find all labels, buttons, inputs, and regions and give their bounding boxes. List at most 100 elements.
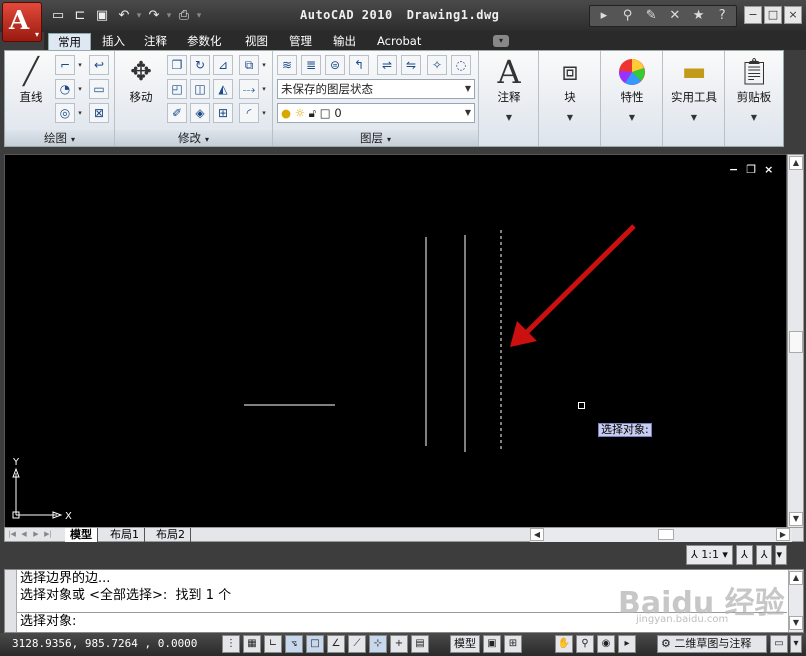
ribbon-minimize-icon[interactable]: ▾ [493,35,509,47]
annotation-autoscale-icon[interactable]: ⅄ [755,545,773,565]
layer-properties-icon[interactable]: ≋ [277,55,297,75]
tab-layout2[interactable]: 布局2 [151,528,191,542]
vertical-scrollbar[interactable]: ▲ ▼ [787,154,804,528]
workspace-switch[interactable]: ⚙ 二维草图与注释 [657,635,767,653]
model-space-button[interactable]: 模型 [450,635,480,653]
maximize-button[interactable]: □ [764,6,782,24]
open-icon[interactable]: ⊏ [70,6,90,26]
modify-panel-title[interactable]: 修改 ▾ [115,130,272,146]
last-layout-icon[interactable]: ▶| [43,529,53,540]
layer-match-icon[interactable]: ⊜ [325,55,345,75]
annotation-button[interactable]: A 注释 ▼ [483,55,535,122]
chevron-down-icon[interactable]: ▾ [775,545,788,565]
offset-icon[interactable]: ⤏ [239,79,259,99]
rectangle-icon[interactable]: ▭ [89,79,109,99]
pan-icon[interactable]: ✋ [555,635,573,653]
utilities-button[interactable]: ▬ 实用工具 ▼ [665,55,723,122]
layer-isolate-icon[interactable]: ⇌ [377,55,397,75]
tab-view[interactable]: 视图 [236,33,277,50]
scale-icon[interactable]: ⊞ [213,103,233,123]
move-button[interactable]: ✥ 移动 [119,55,163,105]
circle-icon[interactable]: ◔ [55,79,75,99]
search-icon[interactable]: ⚲ [617,7,639,25]
scroll-left-icon[interactable]: ◀ [530,528,544,541]
communication-icon[interactable]: ✕ [664,7,686,25]
ortho-icon[interactable]: ∟ [264,635,282,653]
tab-parametric[interactable]: 参数化 [178,33,231,50]
tab-acrobat[interactable]: Acrobat [368,33,430,50]
chevron-down-icon[interactable]: ▾ [76,55,84,75]
application-menu-button[interactable]: A ▾ [2,2,42,42]
showmotion-icon[interactable]: ▸ [618,635,636,653]
hatch-icon[interactable]: ⊠ [89,103,109,123]
draw-panel-title[interactable]: 绘图 ▾ [5,130,114,146]
redo-dropdown-icon[interactable]: ▾ [166,6,172,26]
plot-icon[interactable]: ⎙ [174,6,194,26]
infocenter-toggle-icon[interactable]: ▸ [593,7,615,25]
favorites-icon[interactable]: ★ [688,7,710,25]
next-layout-icon[interactable]: ▶ [31,529,41,540]
line-button[interactable]: ╱ 直线 [9,55,53,105]
layer-freeze-icon[interactable]: ✧ [427,55,447,75]
layers-panel-title[interactable]: 图层 ▾ [273,130,478,146]
layer-off-icon[interactable]: ◌ [451,55,471,75]
chevron-down-icon[interactable]: ▾ [260,103,268,123]
coordinate-readout[interactable]: 3128.9356, 985.7264 , 0.0000 [12,637,197,650]
grid-icon[interactable]: ▦ [243,635,261,653]
close-button[interactable]: × [784,6,802,24]
polyline-icon[interactable]: ⌐ [55,55,75,75]
save-icon[interactable]: ▣ [92,6,112,26]
horizontal-scrollbar[interactable]: ◀ ▶ [530,528,792,542]
spline-icon[interactable]: ↩ [89,55,109,75]
new-icon[interactable]: ▭ [48,6,68,26]
quick-view-drawings-icon[interactable]: ⊞ [504,635,522,653]
layer-unisolate-icon[interactable]: ⇋ [401,55,421,75]
polar-tracking-icon[interactable]: ⦪ [285,635,303,653]
chevron-down-icon[interactable]: ▾ [76,79,84,99]
object-snap-tracking-icon[interactable]: ∠ [327,635,345,653]
layer-states-icon[interactable]: ≣ [301,55,321,75]
layer-state-dropdown[interactable]: 未保存的图层状态 ▼ [277,79,475,99]
explode-icon[interactable]: ◈ [190,103,210,123]
rotate-icon[interactable]: ↻ [190,55,210,75]
redo-icon[interactable]: ↷ [144,6,164,26]
tab-layout1[interactable]: 布局1 [105,528,145,542]
annotation-visibility-icon[interactable]: ⅄ [735,545,753,565]
trim-icon[interactable]: ⊿ [213,55,233,75]
chevron-down-icon[interactable]: ▾ [76,103,84,123]
array-icon[interactable]: ⧉ [239,55,259,75]
layer-previous-icon[interactable]: ↰ [349,55,369,75]
quick-properties-icon[interactable]: ▤ [411,635,429,653]
copy-icon[interactable]: ❐ [167,55,187,75]
stretch-icon[interactable]: ◫ [190,79,210,99]
snap-mode-icon[interactable]: ⋮ [222,635,240,653]
tab-annotate[interactable]: 注释 [135,33,176,50]
dynamic-input-icon[interactable]: ⊹ [369,635,387,653]
tab-manage[interactable]: 管理 [280,33,321,50]
scroll-down-icon[interactable]: ▼ [789,616,803,630]
tab-insert[interactable]: 插入 [93,33,134,50]
undo-icon[interactable]: ↶ [114,6,134,26]
clipboard-button[interactable]: 📋︎ 剪贴板 ▼ [727,55,781,122]
steering-wheel-icon[interactable]: ◉ [597,635,615,653]
help-icon[interactable]: ? [711,7,733,25]
command-scrollbar[interactable]: ▲ ▼ [788,570,803,632]
quick-view-layouts-icon[interactable]: ▣ [483,635,501,653]
horizontal-scroll-thumb[interactable] [658,529,674,540]
annotation-scale-dropdown[interactable]: ⅄ 1:1 ▾ [686,545,733,565]
mirror-icon[interactable]: ◭ [213,79,233,99]
zoom-icon[interactable]: ⚲ [576,635,594,653]
subscription-icon[interactable]: ✎ [640,7,662,25]
chevron-down-icon[interactable]: ▾ [260,55,268,75]
drawing-canvas[interactable]: − ❐ × Y X [4,154,787,528]
scroll-down-icon[interactable]: ▼ [789,512,803,526]
undo-dropdown-icon[interactable]: ▾ [136,6,142,26]
chamfer-icon[interactable]: ◜ [239,103,259,123]
chevron-down-icon[interactable]: ▾ [260,79,268,99]
block-button[interactable]: ⧈ 块 ▼ [543,55,597,122]
lineweight-icon[interactable]: + [390,635,408,653]
properties-button[interactable]: 特性 ▼ [605,55,659,122]
toolbar-lock-icon[interactable]: ▭ [770,635,788,653]
erase-icon[interactable]: ✐ [167,103,187,123]
layer-dropdown[interactable]: ● ☼ 🔓︎ □ 0 ▼ [277,103,475,123]
